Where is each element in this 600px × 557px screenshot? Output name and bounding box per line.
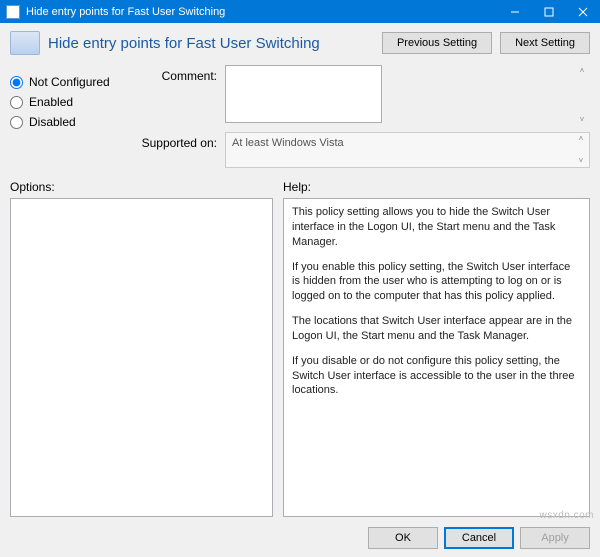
content-area: Hide entry points for Fast User Switchin… <box>0 23 600 557</box>
nav-buttons: Previous Setting Next Setting <box>382 32 590 54</box>
header-row: Hide entry points for Fast User Switchin… <box>10 31 590 55</box>
pane-labels-row: Options: Help: <box>10 180 590 194</box>
cancel-button[interactable]: Cancel <box>444 527 514 549</box>
field-column: Comment: ˄˅ Supported on: At least Windo… <box>137 65 590 168</box>
supported-value: At least Windows Vista <box>232 137 344 149</box>
panes-row: This policy setting allows you to hide t… <box>10 198 590 517</box>
next-setting-button[interactable]: Next Setting <box>500 32 590 54</box>
help-label: Help: <box>283 180 311 194</box>
radio-not-configured-input[interactable] <box>10 76 23 89</box>
help-paragraph: If you enable this policy setting, the S… <box>292 260 581 305</box>
radio-disabled-label: Disabled <box>29 115 76 129</box>
help-paragraph: The locations that Switch User interface… <box>292 314 581 344</box>
maximize-button[interactable] <box>532 0 566 23</box>
radio-not-configured[interactable]: Not Configured <box>10 75 125 89</box>
window-controls <box>498 0 600 23</box>
radio-enabled-label: Enabled <box>29 95 73 109</box>
close-button[interactable] <box>566 0 600 23</box>
close-icon <box>578 7 588 17</box>
comment-label: Comment: <box>137 65 217 126</box>
apply-button[interactable]: Apply <box>520 527 590 549</box>
help-paragraph: If you disable or do not configure this … <box>292 354 581 399</box>
help-paragraph: This policy setting allows you to hide t… <box>292 205 581 250</box>
radio-not-configured-label: Not Configured <box>29 75 110 89</box>
maximize-icon <box>544 7 554 17</box>
comment-scrollbar[interactable]: ˄˅ <box>575 66 589 125</box>
supported-scrollbar[interactable]: ˄˅ <box>574 134 588 166</box>
window-title: Hide entry points for Fast User Switchin… <box>26 6 498 18</box>
radio-enabled-input[interactable] <box>10 96 23 109</box>
supported-label: Supported on: <box>137 132 217 168</box>
comment-field: Comment: ˄˅ <box>137 65 590 126</box>
app-icon <box>6 5 20 19</box>
previous-setting-button[interactable]: Previous Setting <box>382 32 492 54</box>
policy-icon <box>10 31 40 55</box>
minimize-button[interactable] <box>498 0 532 23</box>
titlebar: Hide entry points for Fast User Switchin… <box>0 0 600 23</box>
options-label: Options: <box>10 180 273 194</box>
config-row: Not Configured Enabled Disabled Comment:… <box>10 65 590 168</box>
radio-disabled[interactable]: Disabled <box>10 115 125 129</box>
radio-enabled[interactable]: Enabled <box>10 95 125 109</box>
options-pane[interactable] <box>10 198 273 517</box>
minimize-icon <box>510 7 520 17</box>
radio-disabled-input[interactable] <box>10 116 23 129</box>
ok-button[interactable]: OK <box>368 527 438 549</box>
policy-title: Hide entry points for Fast User Switchin… <box>48 35 320 52</box>
supported-field: Supported on: At least Windows Vista ˄˅ <box>137 132 590 168</box>
bottom-bar: OK Cancel Apply <box>10 517 590 549</box>
help-pane[interactable]: This policy setting allows you to hide t… <box>283 198 590 517</box>
supported-box: At least Windows Vista ˄˅ <box>225 132 590 168</box>
state-radio-group: Not Configured Enabled Disabled <box>10 65 125 168</box>
comment-textarea[interactable] <box>225 65 382 123</box>
